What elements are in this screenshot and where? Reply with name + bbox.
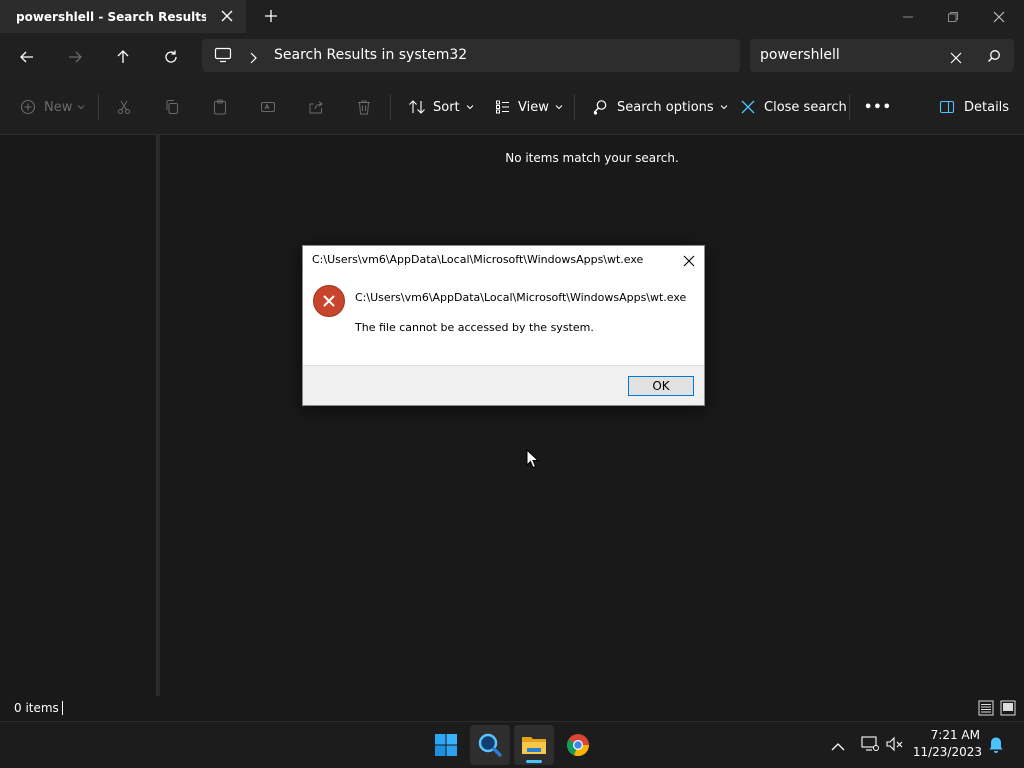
chevron-up-icon[interactable]: [831, 737, 845, 756]
taskbar: 7:21 AM 11/23/2023: [0, 721, 1024, 768]
rename-icon[interactable]: [260, 96, 276, 118]
clear-search-icon[interactable]: [950, 49, 962, 68]
new-label: New: [44, 99, 73, 115]
details-view-icon[interactable]: [978, 700, 994, 720]
details-button[interactable]: Details: [939, 96, 1009, 118]
divider: [390, 94, 391, 120]
cut-icon[interactable]: [116, 96, 132, 118]
volume-muted-icon[interactable]: [886, 736, 904, 756]
divider: [98, 94, 99, 120]
search-options-icon: [593, 100, 607, 115]
plus-circle-icon: [20, 99, 36, 115]
start-icon[interactable]: [426, 725, 466, 765]
search-options-button[interactable]: Search options: [592, 96, 728, 118]
close-icon: [741, 100, 755, 114]
close-icon[interactable]: [680, 252, 698, 270]
view-icon: [496, 100, 509, 114]
close-search-button[interactable]: Close search: [740, 96, 847, 118]
bell-icon[interactable]: [988, 736, 1004, 758]
details-pane-icon: [939, 100, 955, 114]
dialog-message: The file cannot be accessed by the syste…: [355, 321, 594, 334]
dialog-footer: OK: [303, 365, 704, 405]
ok-button[interactable]: OK: [628, 376, 694, 396]
view-button[interactable]: View: [495, 96, 563, 118]
file-list[interactable]: No items match your search.: [160, 135, 1024, 696]
explorer-tab[interactable]: powershlell - Search Results in syst: [0, 0, 246, 33]
large-icons-view-icon[interactable]: [1000, 700, 1016, 720]
new-button[interactable]: New: [20, 96, 85, 118]
plus-icon[interactable]: [262, 7, 280, 25]
details-label: Details: [964, 99, 1010, 115]
active-indicator: [526, 760, 542, 763]
dialog-title: C:\Users\vm6\AppData\Local\Microsoft\Win…: [312, 253, 644, 266]
paste-icon[interactable]: [212, 96, 228, 118]
network-icon[interactable]: [861, 736, 879, 756]
more-icon: •••: [864, 99, 892, 115]
navigation-bar: Search Results in system32 powershlell: [0, 33, 1024, 80]
error-dialog: C:\Users\vm6\AppData\Local\Microsoft\Win…: [302, 245, 705, 406]
divider: [849, 94, 850, 120]
more-options-button[interactable]: •••: [864, 96, 892, 118]
copy-icon[interactable]: [164, 96, 180, 118]
restore-icon[interactable]: [930, 0, 976, 33]
sort-label: Sort: [433, 99, 460, 115]
title-bar: powershlell - Search Results in syst: [0, 0, 1024, 33]
monitor-icon: [214, 47, 232, 67]
search-box[interactable]: powershlell: [750, 39, 1014, 72]
sort-icon: [409, 100, 425, 114]
address-bar[interactable]: Search Results in system32: [202, 39, 740, 72]
divider: [574, 94, 575, 120]
mouse-cursor-icon: [526, 449, 540, 469]
close-search-label: Close search: [764, 99, 847, 115]
address-path[interactable]: Search Results in system32: [274, 47, 467, 63]
item-count: 0 items: [14, 701, 59, 715]
minimize-icon[interactable]: [885, 0, 931, 33]
chevron-down-icon: [555, 105, 563, 110]
delete-icon[interactable]: [356, 96, 372, 118]
chevron-down-icon: [466, 105, 474, 110]
dialog-path: C:\Users\vm6\AppData\Local\Microsoft\Win…: [355, 291, 687, 304]
status-divider: [62, 701, 63, 715]
tab-title: powershlell - Search Results in syst: [16, 9, 206, 24]
chrome-icon[interactable]: [558, 725, 598, 765]
search-options-label: Search options: [617, 99, 714, 115]
view-label: View: [518, 99, 549, 115]
arrow-right-icon[interactable]: [63, 45, 87, 69]
chevron-down-icon: [720, 105, 728, 110]
sort-button[interactable]: Sort: [408, 96, 474, 118]
clock-time[interactable]: 7:21 AM: [920, 728, 980, 742]
error-icon: [313, 285, 345, 317]
arrow-up-icon[interactable]: [111, 45, 135, 69]
search-app-icon[interactable]: [470, 725, 510, 765]
chevron-right-icon[interactable]: [248, 49, 258, 68]
arrow-left-icon[interactable]: [15, 45, 39, 69]
share-icon[interactable]: [308, 96, 324, 118]
clock-date[interactable]: 11/23/2023: [910, 745, 982, 759]
window-close-icon[interactable]: [976, 0, 1022, 33]
refresh-icon[interactable]: [159, 45, 183, 69]
search-icon[interactable]: [987, 48, 1001, 67]
command-bar: New Sort View Search options Close searc…: [0, 80, 1024, 135]
empty-message: No items match your search.: [505, 151, 679, 165]
status-bar: 0 items: [0, 696, 1024, 721]
search-input[interactable]: powershlell: [760, 47, 840, 63]
navigation-pane[interactable]: [0, 135, 157, 696]
close-icon[interactable]: [218, 7, 236, 25]
file-explorer-icon[interactable]: [514, 725, 554, 765]
